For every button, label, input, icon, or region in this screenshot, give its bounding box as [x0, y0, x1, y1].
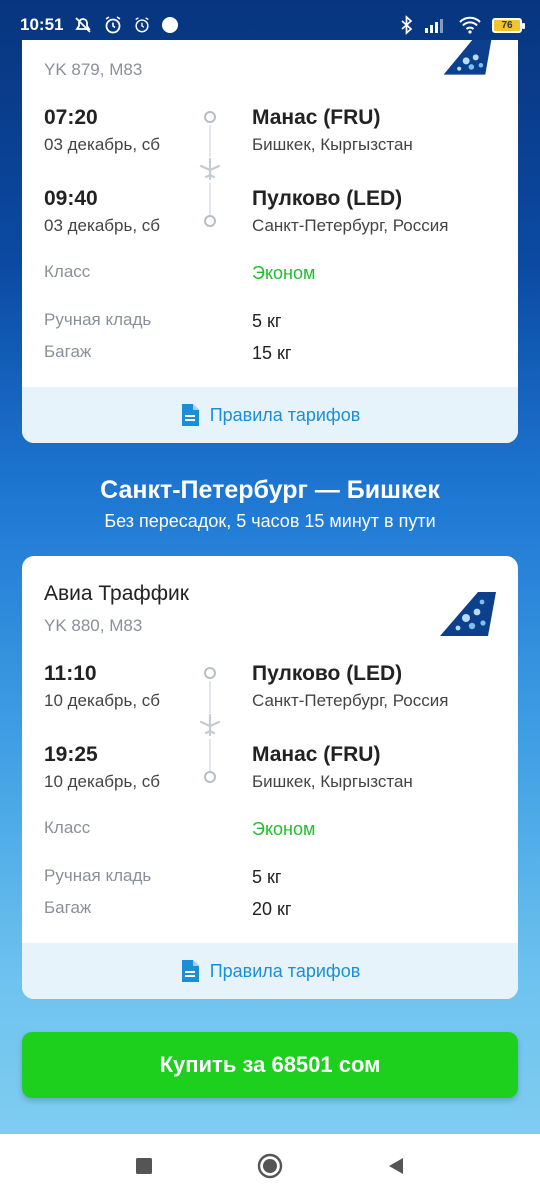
departure-city: Бишкек, Кыргызстан: [252, 135, 413, 154]
battery-icon: 76: [492, 17, 525, 33]
arrival-date: 10 декабрь, сб: [44, 772, 161, 791]
hand-luggage-value: 5 кг: [252, 311, 282, 331]
route-line: [209, 681, 211, 713]
return-route-title: Санкт-Петербург — Бишкек: [100, 476, 440, 504]
alarm-icon: [103, 15, 123, 35]
departure-time: 11:10: [44, 662, 97, 685]
document-icon: [180, 959, 200, 983]
return-route-subtitle: Без пересадок, 5 часов 15 минут в пути: [104, 511, 436, 531]
class-value: Эконом: [252, 819, 316, 839]
arrival-time: 19:25: [44, 743, 98, 766]
home-circle-icon[interactable]: [255, 1151, 285, 1181]
arrival-time: 09:40: [44, 187, 98, 210]
departure-city: Санкт-Петербург, Россия: [252, 691, 449, 710]
alarm-icon: [133, 16, 151, 34]
bluetooth-icon: [400, 15, 414, 35]
muted-notifications-icon: [73, 15, 93, 35]
airline-name: Авиа Траффик: [44, 582, 189, 605]
departure-airport: Пулково (LED): [252, 662, 403, 685]
flight-code: YK 880, M83: [44, 616, 143, 635]
route-line: [209, 183, 211, 215]
dot-icon: [161, 16, 179, 34]
arrival-dot: [204, 215, 216, 227]
hand-luggage-value: 5 кг: [252, 867, 282, 887]
departure-dot: [204, 111, 216, 123]
status-right: 76: [400, 15, 525, 35]
flight-code: YK 879, M83: [44, 60, 143, 79]
baggage-value: 20 кг: [252, 899, 292, 919]
route-line: [209, 125, 211, 157]
class-label: Класс: [44, 818, 91, 837]
document-icon: [180, 403, 200, 427]
fare-rules-button[interactable]: Правила тарифов: [22, 387, 518, 443]
route-line: [209, 739, 211, 771]
arrival-airport: Пулково (LED): [252, 187, 403, 210]
status-time: 10:51: [20, 15, 64, 34]
system-nav-bar: [0, 1134, 540, 1198]
departure-date: 10 декабрь, сб: [44, 691, 161, 710]
recents-square-icon[interactable]: [129, 1151, 159, 1181]
airline-logo-icon: [443, 40, 492, 75]
arrival-city: Санкт-Петербург, Россия: [252, 216, 449, 235]
hand-luggage-label: Ручная кладь: [44, 310, 152, 329]
fare-rules-label: Правила тарифов: [209, 404, 361, 425]
class-label: Класс: [44, 262, 91, 281]
arrival-date: 03 декабрь, сб: [44, 216, 161, 235]
class-value: Эконом: [252, 263, 316, 283]
departure-airport: Манас (FRU): [252, 106, 381, 129]
fare-rules-button[interactable]: Правила тарифов: [22, 943, 518, 999]
back-triangle-icon[interactable]: [381, 1151, 411, 1181]
arrival-dot: [204, 771, 216, 783]
signal-icon: [424, 16, 448, 34]
baggage-label: Багаж: [44, 342, 92, 361]
arrival-airport: Манас (FRU): [252, 743, 381, 766]
fare-rules-label: Правила тарифов: [209, 960, 361, 981]
status-left: 10:51: [20, 15, 179, 35]
wifi-icon: [458, 16, 482, 34]
departure-date: 03 декабрь, сб: [44, 135, 161, 154]
arrival-city: Бишкек, Кыргызстан: [252, 772, 413, 791]
buy-button[interactable]: Купить за 68501 сом: [22, 1032, 518, 1098]
flight-card-return: Авиа Траффик YK 880, M83 11:10 10 декабр…: [22, 556, 518, 999]
baggage-value: 15 кг: [252, 343, 292, 363]
plane-icon: [199, 713, 221, 737]
plane-icon: [199, 157, 221, 181]
departure-time: 07:20: [44, 106, 98, 129]
baggage-label: Багаж: [44, 898, 92, 917]
flight-card-outbound: YK 879, M83 07:20 03 декабрь, сб Манас (…: [22, 40, 518, 443]
airline-logo-icon: [440, 592, 496, 636]
hand-luggage-label: Ручная кладь: [44, 866, 152, 885]
departure-dot: [204, 667, 216, 679]
